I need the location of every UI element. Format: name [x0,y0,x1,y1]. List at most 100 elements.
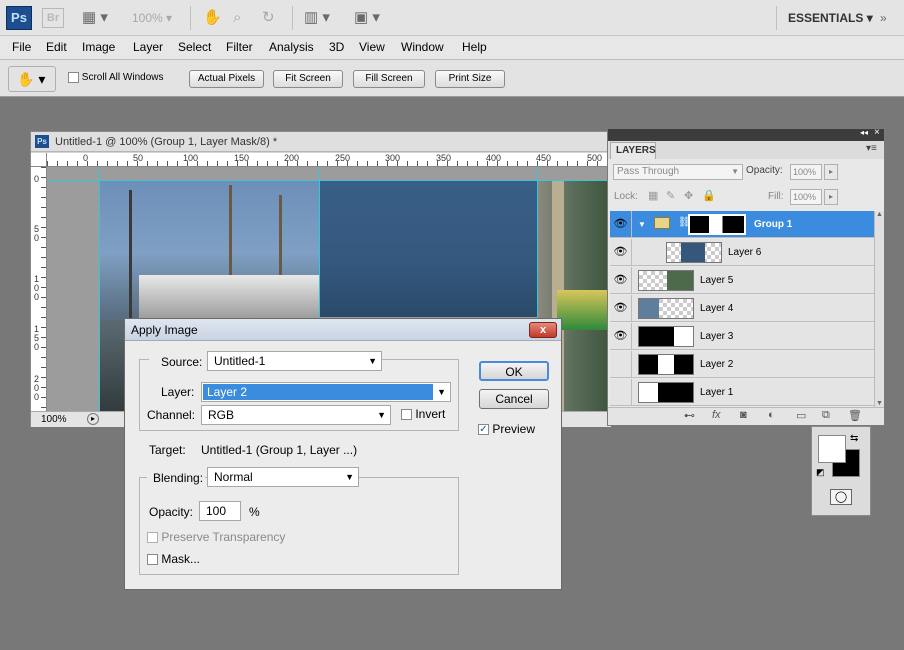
zoom-level-dropdown[interactable]: 100% ▾ [132,0,172,36]
swap-colors-icon[interactable]: ⇆ [850,433,858,444]
invert-label: Invert [415,407,446,421]
fill-screen-button[interactable]: Fill Screen [353,70,425,88]
menu-layer[interactable]: Layer [133,40,163,54]
print-size-button[interactable]: Print Size [435,70,505,88]
menu-select[interactable]: Select [178,40,211,54]
layer-row-layer-6[interactable]: 👁 Layer 6 [610,239,876,266]
ruler-origin[interactable] [31,153,47,167]
lock-transparency-icon[interactable]: ▦ [648,189,658,202]
visibility-eye-icon[interactable]: 👁 [610,323,632,350]
layer-row-layer-4[interactable]: 👁 Layer 4 [610,295,876,322]
layers-tab[interactable]: LAYERS [610,142,656,159]
zoom-readout[interactable]: 100% [41,412,67,427]
fit-screen-button[interactable]: Fit Screen [273,70,343,88]
scroll-up-icon[interactable]: ▲ [876,211,883,218]
visibility-eye-icon[interactable]: 👁 [610,211,632,238]
visibility-eye-icon[interactable]: 👁 [610,239,632,266]
rotate-view-icon[interactable]: ↻ [262,0,275,36]
adjustment-layer-icon[interactable]: ◐ [768,409,775,421]
visibility-eye-icon[interactable]: 👁 [610,267,632,294]
menu-3d[interactable]: 3D [329,40,344,54]
menu-edit[interactable]: Edit [46,40,67,54]
lock-position-icon[interactable]: ✥ [684,189,693,202]
source-dropdown[interactable]: Untitled-1 ▼ [207,351,382,371]
layer-row-layer-3[interactable]: 👁 Layer 3 [610,323,876,350]
default-colors-icon[interactable]: ◩ [816,467,825,478]
menu-analysis[interactable]: Analysis [269,40,314,54]
status-menu-icon[interactable]: ▸ [87,413,99,425]
document-tab[interactable]: Ps Untitled-1 @ 100% (Group 1, Layer Mas… [31,132,611,152]
menu-window[interactable]: Window [401,40,444,54]
fill-input[interactable]: 100% [790,189,822,205]
delete-layer-icon[interactable]: 🗑 [848,409,862,422]
ok-button[interactable]: OK [479,361,549,381]
ruler-ticks [47,161,611,166]
quick-mask-icon[interactable]: ◯ [830,489,852,505]
panel-menu-icon[interactable]: ▾≡ [866,143,877,154]
actual-pixels-button[interactable]: Actual Pixels [189,70,264,88]
menu-view[interactable]: View [359,40,385,54]
opacity-input[interactable]: 100 [199,501,241,521]
cancel-button[interactable]: Cancel [479,389,549,409]
blending-dropdown[interactable]: Normal ▼ [207,467,359,487]
layer-mask-thumbnail[interactable] [688,214,746,235]
panel-header-bar[interactable]: ◂◂ × [608,127,884,141]
blend-mode-dropdown[interactable]: Pass Through ▼ [613,164,743,180]
lock-image-icon[interactable]: ✎ [666,189,675,202]
invert-checkbox[interactable]: Invert [401,407,445,421]
lock-all-icon[interactable]: 🔒 [702,189,716,202]
new-layer-icon[interactable]: ⧉ [822,409,830,422]
layers-scrollbar[interactable]: ▲ ▼ [874,211,884,407]
opacity-slider-icon[interactable]: ▸ [824,164,838,180]
target-value: Untitled-1 (Group 1, Layer ...) [201,443,358,457]
ruler-label: 2 0 0 [34,374,40,402]
expand-triangle-icon[interactable]: ▼ [638,211,646,238]
screen-mode-icon[interactable]: ▣ ▾ [354,0,380,36]
hand-tool-icon[interactable]: ✋ [203,0,222,36]
menu-help[interactable]: Help [462,40,487,54]
link-layers-icon[interactable]: ⊷ [684,409,695,422]
view-extras-icon[interactable]: ▦ ▾ [82,0,108,36]
horizontal-ruler[interactable]: 0 50 100 150 200 250 300 350 400 450 500 [47,153,611,167]
mask-label: Mask... [161,552,201,566]
layer-opacity-input[interactable]: 100% [790,164,822,180]
scroll-down-icon[interactable]: ▼ [876,400,883,407]
fill-slider-icon[interactable]: ▸ [824,189,838,205]
chevron-down-icon: ▼ [731,167,739,176]
arrange-documents-icon[interactable]: ▥ ▾ [304,0,330,36]
layer-style-icon[interactable]: fx [712,409,721,421]
menu-image[interactable]: Image [82,40,115,54]
menu-bar: File Edit Image Layer Select Filter Anal… [0,36,904,60]
menu-file[interactable]: File [12,40,31,54]
tool-preset-picker[interactable]: ✋ ▾ [8,66,56,92]
mask-checkbox[interactable]: Mask... [147,552,200,566]
visibility-toggle[interactable] [610,379,632,406]
add-mask-icon[interactable]: ◙ [740,409,747,421]
channel-dropdown[interactable]: RGB ▼ [201,405,391,425]
workspace-switcher[interactable]: ESSENTIALS ▾ [788,0,873,36]
zoom-tool-icon[interactable]: ⌕ [233,0,241,36]
dialog-title-bar[interactable]: Apply Image [125,319,561,341]
layer-row-layer-2[interactable]: Layer 2 [610,351,876,378]
layer-row-group-1[interactable]: 👁 ▼ ⛓ Group 1 [610,211,876,238]
menu-filter[interactable]: Filter [226,40,253,54]
layer-name: Group 1 [754,219,793,230]
collapse-icon[interactable]: ◂◂ [860,128,868,137]
chevron-down-icon: ▼ [377,410,386,420]
workspace-more-icon[interactable]: » [880,0,887,36]
bridge-button[interactable]: Br [42,8,64,28]
preview-checkbox[interactable]: ✓ Preview [478,422,535,436]
layer-row-layer-5[interactable]: 👁 Layer 5 [610,267,876,294]
visibility-eye-icon[interactable]: 👁 [610,295,632,322]
foreground-color-swatch[interactable] [818,435,846,463]
vertical-ruler[interactable]: 0 5 0 1 0 0 1 5 0 2 0 0 [31,167,47,411]
visibility-toggle[interactable] [610,351,632,378]
layer-dropdown[interactable]: Layer 2 ▼ [201,382,451,402]
new-group-icon[interactable]: ▭ [796,409,806,422]
close-icon[interactable]: × [874,127,880,138]
layer-row-layer-1[interactable]: Layer 1 [610,379,876,406]
scroll-all-windows-checkbox[interactable]: Scroll All Windows [68,72,163,83]
checkbox-box [68,72,79,83]
preserve-transparency-checkbox[interactable]: Preserve Transparency [147,530,285,544]
close-button[interactable]: x [529,322,557,338]
